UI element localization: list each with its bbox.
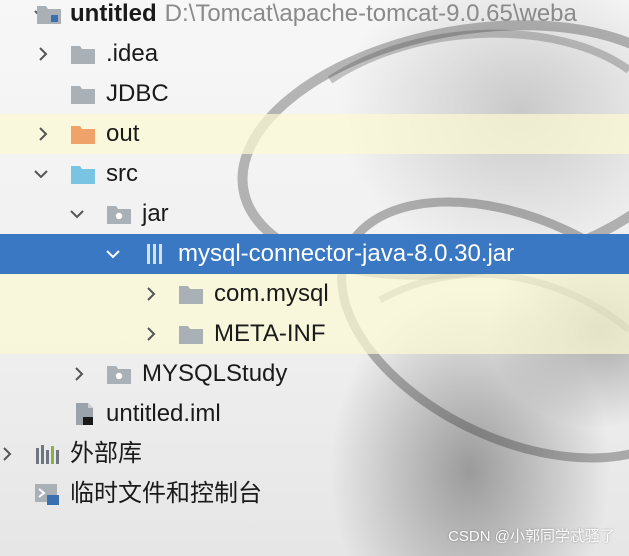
tree-row-mysqlstudy[interactable]: MYSQLStudy [0,354,629,394]
tree-row-untitled-iml[interactable]: untitled.iml [0,394,629,434]
tree-row-jar-file[interactable]: mysql-connector-java-8.0.30.jar [0,234,629,274]
tree-row-idea[interactable]: .idea [0,34,629,74]
library-icon [34,442,60,466]
chevron-right-icon[interactable] [36,47,50,61]
tree-row-scratches[interactable]: 临时文件和控制台 [0,474,629,514]
scratches-console-icon [34,482,60,506]
tree-item-label: MYSQLStudy [142,360,288,387]
jar-archive-icon [142,242,168,266]
tree-row-external-libraries[interactable]: 外部库 [0,434,629,474]
watermark: CSDN @小郭同学忒骚了 [448,528,615,545]
folder-icon [70,42,96,66]
module-folder-icon [36,2,62,26]
chevron-right-icon[interactable] [144,287,158,301]
tree-row-jar[interactable]: jar [0,194,629,234]
folder-icon [178,282,204,306]
tree-row-meta-inf[interactable]: META-INF [0,314,629,354]
chevron-right-icon[interactable] [0,447,14,461]
project-name: untitled [70,0,157,27]
excluded-folder-icon [70,122,96,146]
folder-icon [178,322,204,346]
chevron-down-icon[interactable] [70,207,84,221]
folder-icon [70,82,96,106]
tree-row-src[interactable]: src [0,154,629,194]
chevron-right-icon[interactable] [72,367,86,381]
tree-row-com-mysql[interactable]: com.mysql [0,274,629,314]
tree-item-label: com.mysql [214,280,329,307]
chevron-right-icon[interactable] [36,127,50,141]
tree-item-label: .idea [106,40,159,67]
tree-row-out[interactable]: out [0,114,629,154]
tree-item-label: META-INF [214,320,326,347]
tree-row-root[interactable]: untitled D:\Tomcat\apache-tomcat-9.0.65\w… [0,0,629,34]
package-icon [106,202,132,226]
tree-item-label: out [106,120,140,147]
tree-item-label: mysql-connector-java-8.0.30.jar [178,240,515,267]
source-folder-icon [70,162,96,186]
chevron-down-icon[interactable] [34,167,48,181]
tree-item-label: jar [142,200,169,227]
tree-item-label: src [106,160,138,187]
tree-item-label: 临时文件和控制台 [70,480,262,507]
package-icon [106,362,132,386]
project-path: D:\Tomcat\apache-tomcat-9.0.65\weba [164,0,577,27]
tree-item-label: untitled.iml [106,400,221,427]
tree-item-label: 外部库 [70,440,142,467]
chevron-right-icon[interactable] [144,327,158,341]
project-root-label: untitled D:\Tomcat\apache-tomcat-9.0.65\w… [70,0,577,28]
module-file-icon [72,402,98,426]
tree-item-label: JDBC [106,80,169,107]
tree-row-jdbc[interactable]: JDBC [0,74,629,114]
chevron-down-icon[interactable] [106,247,120,261]
